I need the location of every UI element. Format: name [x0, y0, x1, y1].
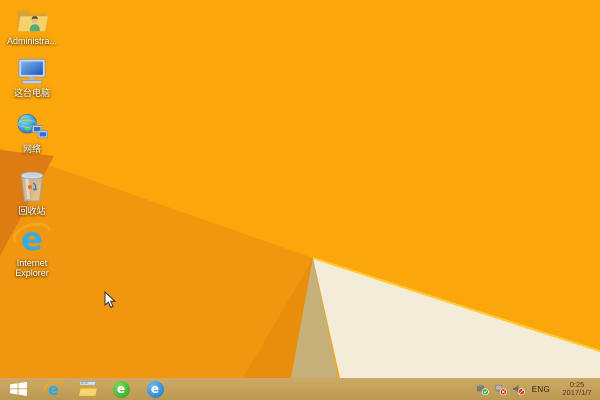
start-button[interactable]	[0, 378, 36, 400]
taskbar-file-explorer-button[interactable]	[70, 378, 104, 400]
network-status-icon[interactable]	[494, 383, 507, 396]
volume-muted-icon[interactable]	[512, 383, 525, 396]
clock-date: 2017/1/7	[562, 388, 592, 397]
folder-icon	[78, 381, 97, 396]
blue-browser-icon: e	[146, 380, 164, 398]
green-browser-icon: e	[112, 380, 130, 398]
taskbar: e e e ENG 0:25 2017/1/7	[0, 378, 600, 400]
computer-icon	[15, 56, 49, 86]
taskbar-browser-green-button[interactable]: e	[104, 378, 138, 400]
internet-explorer-icon: e	[43, 380, 63, 398]
mouse-cursor	[104, 291, 117, 309]
network-globe-icon	[15, 112, 49, 142]
desktop-icon-internet-explorer[interactable]: e Internet Explorer	[2, 220, 62, 278]
windows-logo-icon	[9, 382, 27, 396]
icon-label: 这台电脑	[13, 88, 50, 98]
desktop-icon-network[interactable]: 网络	[2, 112, 62, 154]
icon-label: 回收站	[18, 206, 46, 216]
safely-remove-hardware-icon[interactable]	[476, 383, 489, 396]
language-indicator[interactable]: ENG	[530, 385, 552, 394]
taskbar-clock[interactable]: 0:25 2017/1/7	[557, 380, 597, 398]
internet-explorer-icon: e	[13, 220, 51, 256]
system-tray: ENG 0:25 2017/1/7	[476, 378, 597, 400]
recycle-bin-icon	[17, 166, 47, 204]
icon-label: Administra...	[6, 36, 57, 46]
user-folder-icon	[16, 4, 48, 34]
desktop-icon-administrator-folder[interactable]: Administra...	[2, 4, 62, 46]
desktop-icon-recycle-bin[interactable]: 回收站	[2, 166, 62, 216]
taskbar-internet-explorer-button[interactable]: e	[36, 378, 70, 400]
taskbar-browser-blue-button[interactable]: e	[138, 378, 172, 400]
icon-label: Internet Explorer	[15, 258, 49, 278]
desktop: Administra... 这台电脑 网络 回收站 e Internet Exp…	[0, 0, 600, 400]
icon-label: 网络	[22, 144, 41, 154]
desktop-icon-this-pc[interactable]: 这台电脑	[2, 56, 62, 98]
wallpaper	[0, 0, 600, 400]
